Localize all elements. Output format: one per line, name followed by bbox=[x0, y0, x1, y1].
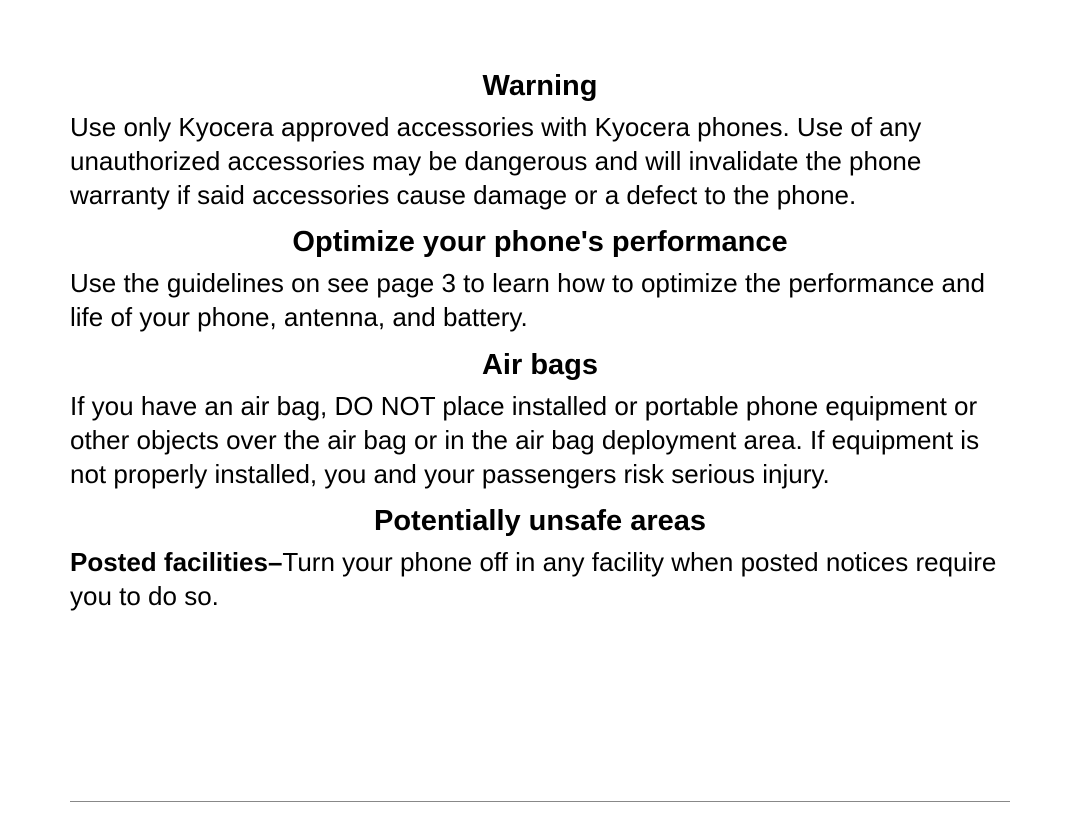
paragraph-unsafe: Posted facilities–Turn your phone off in… bbox=[70, 546, 1010, 614]
document-content: Warning Use only Kyocera approved access… bbox=[70, 70, 1010, 614]
paragraph-optimize: Use the guidelines on see page 3 to lear… bbox=[70, 267, 1010, 335]
footer-divider bbox=[70, 801, 1010, 802]
paragraph-airbags: If you have an air bag, DO NOT place ins… bbox=[70, 390, 1010, 491]
heading-airbags: Air bags bbox=[70, 349, 1010, 382]
lead-posted-facilities: Posted facilities– bbox=[70, 547, 282, 577]
heading-warning: Warning bbox=[70, 70, 1010, 103]
heading-optimize: Optimize your phone's performance bbox=[70, 226, 1010, 259]
heading-unsafe: Potentially unsafe areas bbox=[70, 505, 1010, 538]
paragraph-warning: Use only Kyocera approved accessories wi… bbox=[70, 111, 1010, 212]
